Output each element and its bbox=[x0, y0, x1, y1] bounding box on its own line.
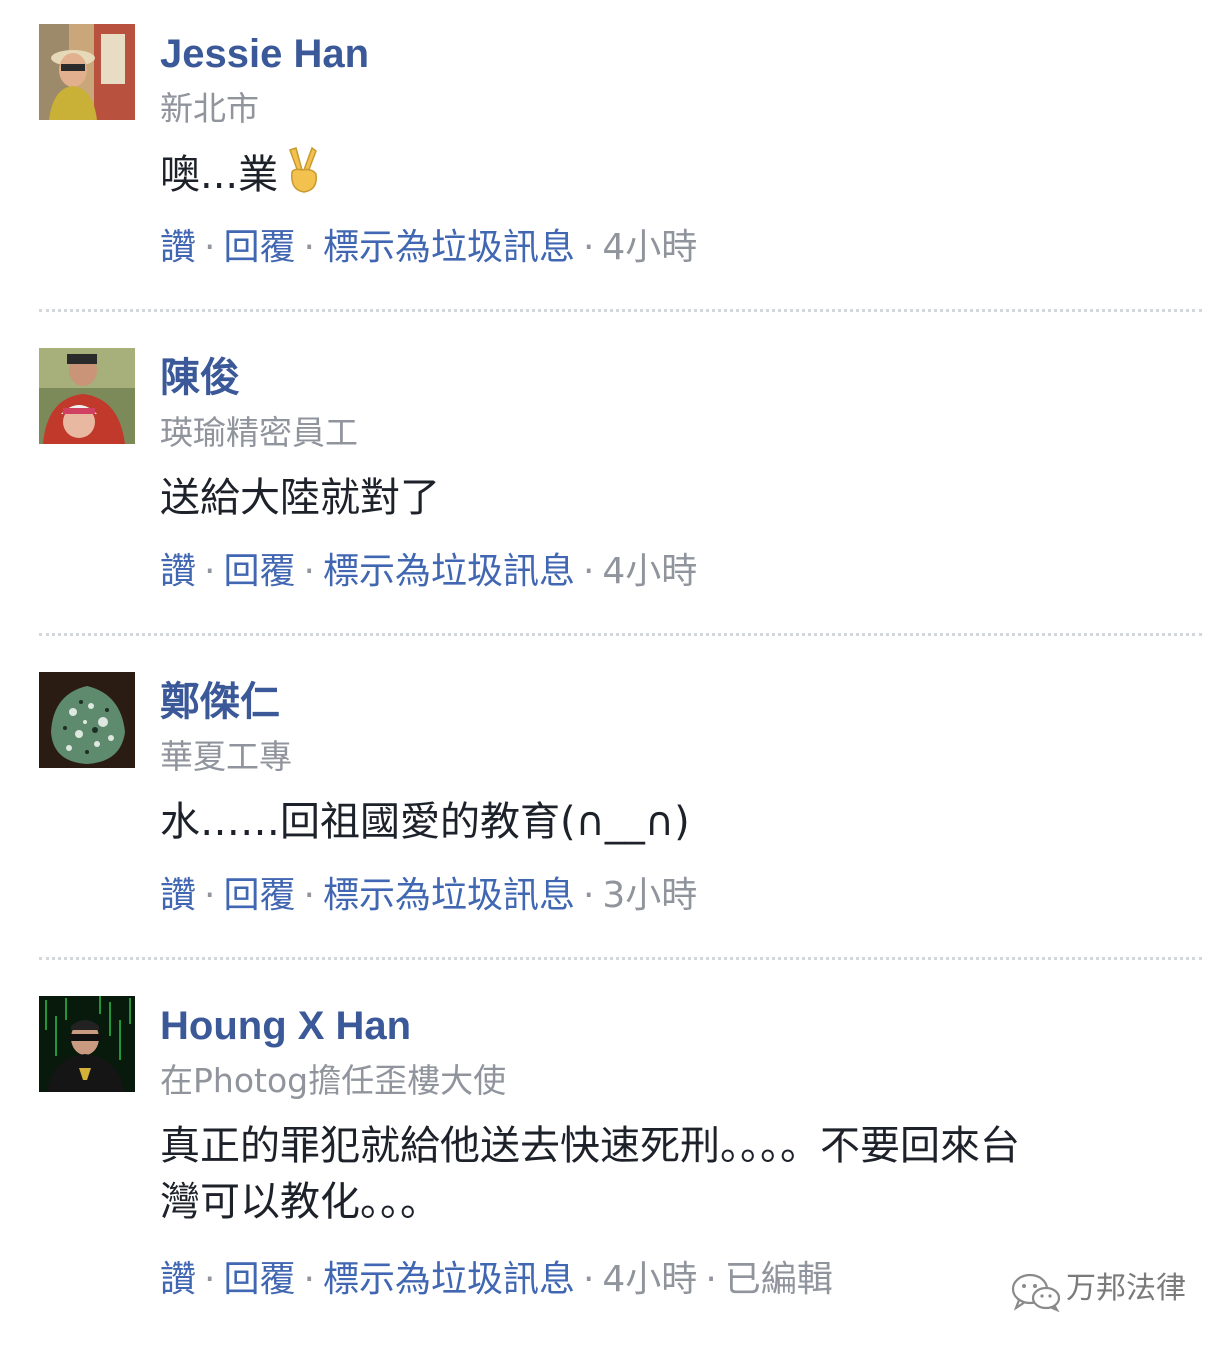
like-link[interactable]: 讚 bbox=[160, 1259, 196, 1300]
avatar[interactable] bbox=[39, 996, 135, 1092]
comment-actions: 讚 · 回覆 · 標示為垃圾訊息 · 3小時 bbox=[160, 878, 697, 914]
wechat-icon bbox=[1010, 1272, 1062, 1316]
like-link[interactable]: 讚 bbox=[160, 875, 196, 916]
separator-dot: · bbox=[303, 1259, 315, 1300]
separator-dot: · bbox=[303, 551, 315, 592]
commenter-subtitle: 新北市 bbox=[160, 89, 259, 128]
reply-link[interactable]: 回覆 bbox=[223, 1259, 295, 1300]
like-link[interactable]: 讚 bbox=[160, 551, 196, 592]
timestamp[interactable]: 4小時 bbox=[602, 551, 697, 592]
separator-dot: · bbox=[204, 551, 216, 592]
comment-text-content: 噢...業 bbox=[160, 152, 279, 198]
commenter-subtitle: 華夏工專 bbox=[160, 737, 292, 776]
mark-spam-link[interactable]: 標示為垃圾訊息 bbox=[323, 551, 575, 592]
comment-divider bbox=[39, 309, 1202, 312]
reply-link[interactable]: 回覆 bbox=[223, 551, 295, 592]
mark-spam-link[interactable]: 標示為垃圾訊息 bbox=[323, 875, 575, 916]
reply-link[interactable]: 回覆 bbox=[223, 227, 295, 268]
victory-hand-icon bbox=[282, 146, 322, 209]
separator-dot: · bbox=[204, 1259, 216, 1300]
commenter-name[interactable]: 陳俊 bbox=[160, 358, 240, 398]
avatar[interactable] bbox=[39, 348, 135, 444]
edited-label[interactable]: 已編輯 bbox=[725, 1259, 833, 1300]
watermark-text: 万邦法律 bbox=[1066, 1271, 1186, 1306]
avatar[interactable] bbox=[39, 672, 135, 768]
separator-dot: · bbox=[303, 875, 315, 916]
comment-actions: 讚 · 回覆 · 標示為垃圾訊息 · 4小時 bbox=[160, 230, 697, 266]
comment-text: 水……回祖國愛的教育(∩__∩) bbox=[160, 799, 690, 845]
separator-dot: · bbox=[204, 227, 216, 268]
separator-dot: · bbox=[204, 875, 216, 916]
commenter-name[interactable]: Jessie Han bbox=[160, 34, 369, 74]
separator-dot: · bbox=[582, 1259, 595, 1300]
comment-text: 送給大陸就對了 bbox=[160, 475, 440, 521]
comment-divider bbox=[39, 957, 1202, 960]
commenter-name[interactable]: Houng X Han bbox=[160, 1006, 411, 1046]
comment-divider bbox=[39, 633, 1202, 636]
separator-dot: · bbox=[582, 227, 595, 268]
comment-text: 噢...業 bbox=[160, 146, 1200, 209]
timestamp[interactable]: 3小時 bbox=[602, 875, 697, 916]
mark-spam-link[interactable]: 標示為垃圾訊息 bbox=[323, 1259, 575, 1300]
mark-spam-link[interactable]: 標示為垃圾訊息 bbox=[323, 227, 575, 268]
comment-text-line: 真正的罪犯就給他送去快速死刑。。。。不要回來台 bbox=[160, 1123, 1020, 1169]
separator-dot: · bbox=[705, 1259, 717, 1300]
avatar[interactable] bbox=[39, 24, 135, 120]
commenter-name[interactable]: 鄭傑仁 bbox=[160, 682, 280, 722]
comment-actions: 讚 · 回覆 · 標示為垃圾訊息 · 4小時 bbox=[160, 554, 697, 590]
commenter-subtitle: 在Photog擔任歪樓大使 bbox=[160, 1061, 507, 1100]
separator-dot: · bbox=[582, 551, 595, 592]
comment-actions: 讚 · 回覆 · 標示為垃圾訊息 · 4小時 · 已編輯 bbox=[160, 1262, 833, 1298]
like-link[interactable]: 讚 bbox=[160, 227, 196, 268]
reply-link[interactable]: 回覆 bbox=[223, 875, 295, 916]
comment-text: 真正的罪犯就給他送去快速死刑。。。。不要回來台 灣可以教化。。。 bbox=[160, 1118, 1200, 1230]
comment-text-line: 灣可以教化。。。 bbox=[160, 1179, 440, 1225]
timestamp[interactable]: 4小時 bbox=[602, 227, 697, 268]
separator-dot: · bbox=[582, 875, 595, 916]
commenter-subtitle: 瑛瑜精密員工 bbox=[160, 413, 358, 452]
timestamp[interactable]: 4小時 bbox=[602, 1259, 697, 1300]
separator-dot: · bbox=[303, 227, 315, 268]
